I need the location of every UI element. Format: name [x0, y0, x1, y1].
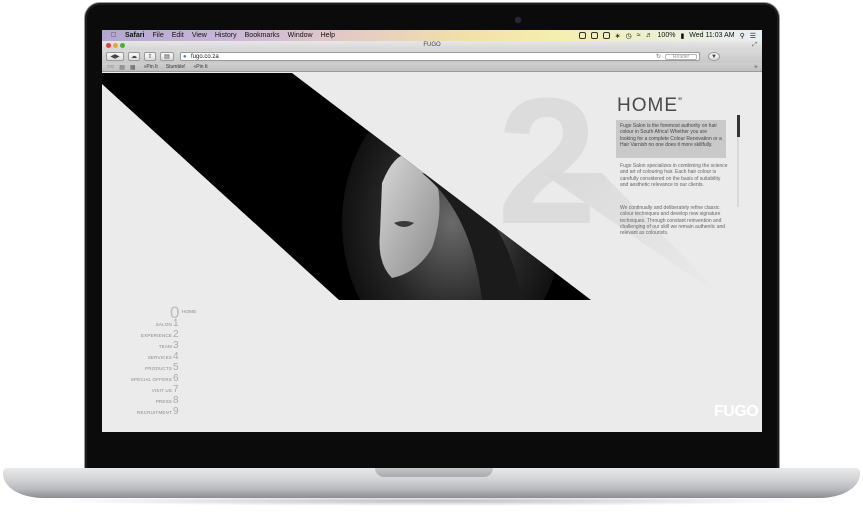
nav-number: 1 [173, 318, 179, 329]
nav-label: EXPERIENCE [140, 333, 172, 338]
background-numeral: 2 [497, 73, 597, 262]
intro-highlight: Fugo Salon is the foremost authority on … [616, 120, 726, 158]
bookmark-item[interactable]: Stumble! [166, 64, 186, 70]
menu-edit[interactable]: Edit [172, 32, 184, 39]
laptop-frame:  Safari File Edit View History Bookmark… [0, 0, 863, 525]
bookmark-item[interactable]: «Pin It [194, 64, 208, 70]
icloud-tabs-button[interactable]: ☁ [128, 52, 140, 61]
nav-label: SERVICES [147, 355, 172, 360]
fugo-logo[interactable]: FUGO [714, 403, 759, 421]
nav-number: 6 [173, 373, 179, 384]
page-title: HOME” [617, 95, 683, 117]
menu-view[interactable]: View [192, 32, 207, 39]
laptop-base [3, 468, 860, 498]
reading-list-icon[interactable]: ○○ [107, 64, 114, 70]
evernote-icon[interactable] [578, 32, 586, 39]
display-icon[interactable] [602, 32, 610, 39]
window-title: FUGO [423, 42, 441, 48]
menu-window[interactable]: Window [288, 32, 313, 39]
nav-label: VISIT US [151, 388, 172, 393]
nav-number: 7 [173, 384, 179, 395]
nav-number: 5 [173, 362, 179, 373]
fullscreen-icon[interactable]: ⤢ [752, 41, 757, 50]
window-titlebar: FUGO ⤢ [102, 41, 762, 50]
forward-arrow-icon[interactable]: ▶ [115, 53, 120, 60]
menu-history[interactable]: History [215, 32, 237, 39]
new-tab-icon[interactable]: + [754, 64, 758, 71]
downloads-button[interactable]: ▼ [708, 52, 720, 61]
body-paragraph: We continually and deliberately refine c… [620, 205, 726, 237]
battery-icon[interactable]: ▮ [680, 32, 684, 40]
intro-text: Fugo Salon is the foremost authority on … [620, 123, 722, 148]
bluetooth-icon[interactable]: ∗ [615, 32, 621, 40]
body-paragraph: Fugo Salon specializes in combining the … [620, 163, 728, 188]
menu-help[interactable]: Help [321, 32, 335, 39]
content-scrollbar[interactable] [736, 115, 740, 207]
apple-menu-icon[interactable]:  [111, 32, 121, 39]
screen:  Safari File Edit View History Bookmark… [102, 30, 762, 432]
laptop-notch [375, 468, 493, 477]
reader-button[interactable]: Reader [665, 54, 697, 60]
nav-number: 4 [173, 351, 179, 362]
time-machine-icon[interactable]: ◷ [626, 32, 632, 40]
bookmarks-icon[interactable]: ▤ [119, 64, 125, 71]
nav-label: RECRUITMENT [137, 410, 172, 415]
nav-label: SALON [155, 322, 172, 327]
address-bar[interactable]: ● fugo.co.za ↻ Reader [180, 52, 700, 61]
menu-file[interactable]: File [152, 32, 163, 39]
minimize-window-button[interactable] [113, 43, 118, 48]
download-icon: ▼ [711, 53, 717, 60]
menu-clock[interactable]: Wed 11:03 AM [689, 32, 734, 39]
dropbox-icon[interactable] [590, 32, 598, 39]
spotlight-icon[interactable]: ⚲ [740, 32, 745, 40]
nav-number: 8 [173, 395, 179, 406]
nav-label: SPECIAL OFFERS [130, 377, 172, 382]
nav-label: PRESS [155, 399, 172, 404]
bookmark-item[interactable]: «Pin It [144, 64, 158, 70]
sidebar-button[interactable]: ▤ [160, 52, 174, 61]
menu-bar:  Safari File Edit View History Bookmark… [102, 30, 762, 41]
menu-app-name[interactable]: Safari [125, 32, 144, 39]
nav-number: 3 [173, 340, 179, 351]
nav-number: 9 [173, 406, 179, 417]
book-icon: ▤ [164, 54, 170, 60]
cloud-icon: ☁ [131, 54, 137, 60]
nav-number: 2 [173, 329, 179, 340]
bookmarks-bar: ○○ ▤ ▦ «Pin It Stumble! «Pin It + [102, 63, 762, 72]
menu-bookmarks[interactable]: Bookmarks [245, 32, 280, 39]
browser-toolbar: ◀ ▶ ☁ ⇧ ▤ ● fugo.co.za ↻ Reader ▼ [102, 50, 762, 63]
volume-icon[interactable]: ♬ [646, 32, 653, 39]
nav-label: PRODUCTS [145, 366, 172, 371]
address-url: fugo.co.za [191, 54, 219, 60]
share-button[interactable]: ⇧ [144, 52, 156, 61]
nav-label: TEAM [158, 344, 172, 349]
page-title-text: HOME [617, 95, 678, 116]
title-quote-icon: ” [678, 95, 683, 109]
notification-center-icon[interactable]: ☰ [750, 32, 756, 40]
site-favicon-icon: ● [183, 54, 187, 60]
scrollbar-thumb[interactable] [736, 115, 740, 137]
camera-icon [515, 17, 521, 23]
wifi-icon[interactable]: ≈ [637, 32, 641, 39]
web-page: 2 HOME” Fugo Salon is the foremost autho… [102, 73, 762, 432]
zoom-window-button[interactable] [120, 43, 125, 48]
battery-percent[interactable]: 100% [658, 32, 676, 39]
back-forward-buttons[interactable]: ◀ ▶ [106, 52, 124, 61]
reload-icon[interactable]: ↻ [656, 53, 661, 61]
share-icon: ⇧ [147, 54, 153, 60]
close-window-button[interactable] [106, 43, 111, 48]
nav-label: HOME [182, 309, 197, 314]
status-area: ∗ ◷ ≈ ♬ 100% ▮ Wed 11:03 AM ⚲ ☰ [574, 32, 762, 40]
top-sites-icon[interactable]: ▦ [130, 64, 136, 71]
